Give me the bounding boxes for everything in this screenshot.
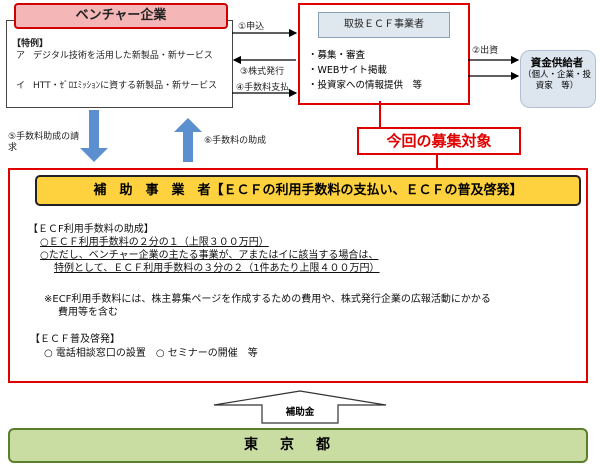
fee-subsidy-heading: 【ＥＣF利用手数料の助成】 [28, 224, 154, 235]
subsidy-operator-title: 補 助 事 業 者【ＥＣＦの利用手数料の支払い、ＥＣＦの普及啓発】 [35, 175, 581, 206]
fee-subsidy-line: ○ただし、ベンチャー企業の主たる事業が、アまたはイに該当する場合は、 [40, 250, 379, 261]
awareness-items: ○ 電話相談窓口の設置 ○ セミナーの開催 等 [44, 348, 258, 359]
recruitment-target-callout: 今回の募集対象 [357, 127, 521, 155]
fee-note: 費用等を含む [58, 307, 118, 318]
fee-note: ※ECF利用手数料には、株主募集ページを作成するための費用や、株式発行企業の広報… [44, 294, 491, 305]
fee-subsidy-line: ○ＥＣＦ利用手数料の２分の１（上限３００万円） [40, 237, 269, 248]
awareness-heading: 【ＥＣＦ普及啓発】 [30, 334, 120, 345]
fee-subsidy-line: 特例として、ＥＣＦ利用手数料の３分の２（1件あたり上限４００万円） [54, 263, 380, 274]
tokyo-metropolitan-government: 東京都 [8, 428, 588, 463]
subsidy-label: 補助金 [285, 407, 315, 418]
